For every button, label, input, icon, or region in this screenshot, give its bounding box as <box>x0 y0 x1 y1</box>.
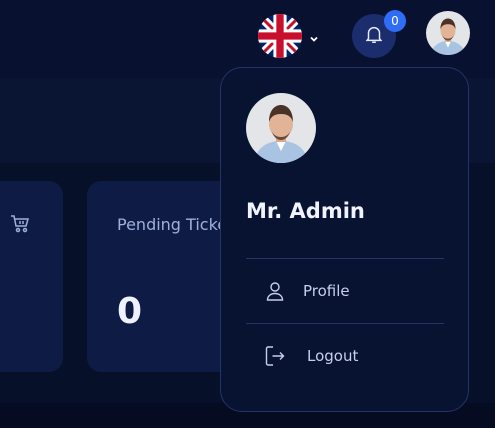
user-icon <box>264 280 286 306</box>
user-name: Mr. Admin <box>246 199 365 223</box>
avatar <box>246 93 316 163</box>
menu-item-logout[interactable]: Logout <box>246 337 444 377</box>
divider <box>246 323 444 324</box>
menu-item-profile[interactable]: Profile <box>246 272 444 312</box>
bell-icon <box>363 23 385 49</box>
avatar[interactable] <box>426 11 470 55</box>
card-value: 0 <box>117 291 143 332</box>
notification-count-badge: 0 <box>384 10 406 32</box>
user-dropdown-menu: Mr. Admin Profile Logout <box>220 67 469 412</box>
menu-item-label: Profile <box>303 282 350 300</box>
uk-flag-icon[interactable] <box>258 14 302 58</box>
cart-icon <box>10 214 30 238</box>
chevron-down-icon[interactable] <box>308 30 320 49</box>
divider <box>246 258 444 259</box>
stat-card-orders[interactable] <box>0 181 63 372</box>
menu-item-label: Logout <box>307 347 359 365</box>
logout-icon <box>264 345 286 371</box>
